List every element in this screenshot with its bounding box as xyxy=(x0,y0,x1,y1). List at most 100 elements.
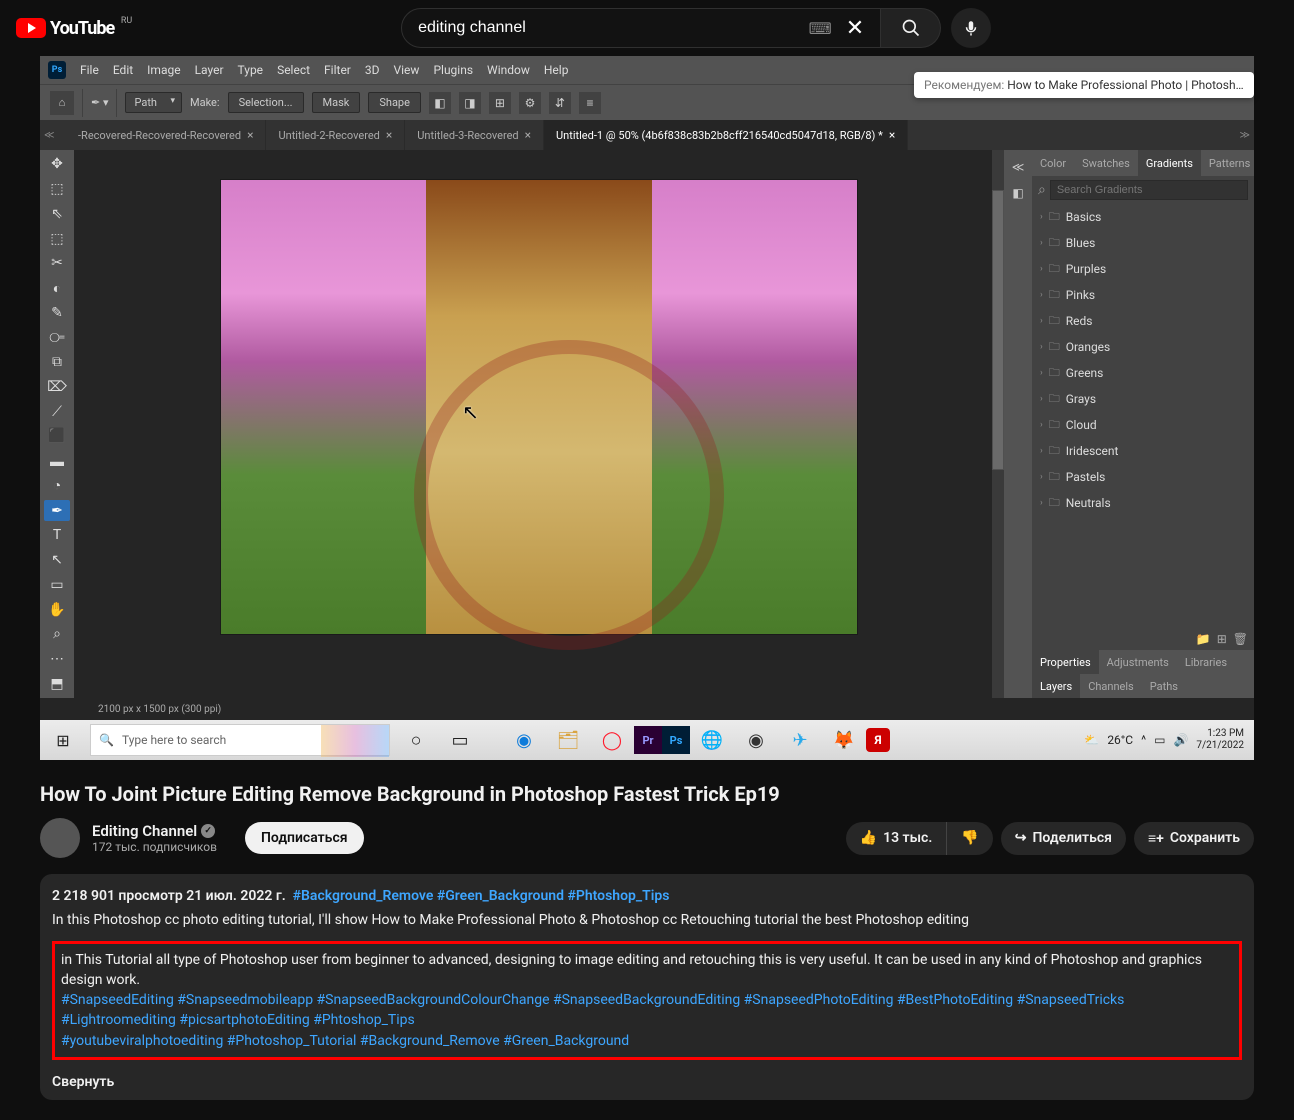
ps-tool-9[interactable]: ⌦ xyxy=(44,377,70,398)
ps-menu-help[interactable]: Help xyxy=(544,63,569,77)
ps-tool-18[interactable]: ✋ xyxy=(44,599,70,620)
ps-menu-image[interactable]: Image xyxy=(147,63,180,77)
ps-tool-6[interactable]: ✎ xyxy=(44,302,70,323)
ps-tool-8[interactable]: ⧉ xyxy=(44,352,70,373)
ps-dock-icon1[interactable]: ≪ xyxy=(1007,156,1029,178)
ps-opt-icon6[interactable]: ≡ xyxy=(579,92,601,114)
windows-start-button[interactable]: ⊞ xyxy=(40,720,86,760)
save-button[interactable]: ≡+ Сохранить xyxy=(1134,822,1254,855)
ps-menu-file[interactable]: File xyxy=(80,63,99,77)
ps-menu-plugins[interactable]: Plugins xyxy=(433,63,473,77)
gradient-folder[interactable]: ›🗀Cloud xyxy=(1032,412,1254,438)
windows-search[interactable]: 🔍 Type here to search xyxy=(90,724,390,756)
search-input[interactable] xyxy=(418,19,808,37)
ps-tab-2[interactable]: Untitled-3-Recovered× xyxy=(405,120,544,150)
ps-shape-button[interactable]: Shape xyxy=(368,92,421,113)
ps-tool-15[interactable]: T xyxy=(44,525,70,546)
gradient-folder[interactable]: ›🗀Neutrals xyxy=(1032,490,1254,516)
ps-tool-17[interactable]: ▭ xyxy=(44,574,70,595)
ps-menu-layer[interactable]: Layer xyxy=(195,63,224,77)
taskbar-telegram[interactable]: ✈ xyxy=(778,720,822,760)
folder-icon[interactable]: 📁 xyxy=(1196,632,1211,646)
tab-swatches[interactable]: Swatches xyxy=(1074,150,1138,176)
ps-scrollbar[interactable] xyxy=(992,150,1004,698)
ps-tool-5[interactable]: ◐ xyxy=(44,278,70,299)
gradient-folder[interactable]: ›🗀Purples xyxy=(1032,256,1254,282)
ps-tab-3[interactable]: Untitled-1 @ 50% (4b6f838c83b2b8cff21654… xyxy=(544,120,908,150)
description-box[interactable]: 2 218 901 просмотр 21 июл. 2022 г. #Back… xyxy=(40,874,1254,1100)
gradient-folder[interactable]: ›🗀Greens xyxy=(1032,360,1254,386)
ps-menu-select[interactable]: Select xyxy=(277,63,310,77)
ps-opt-icon3[interactable]: ⊞ xyxy=(489,92,511,114)
search-button[interactable] xyxy=(881,8,941,48)
ps-tabs-scroll-left[interactable]: ≪ xyxy=(44,130,54,141)
dislike-button[interactable]: 👎 xyxy=(947,822,992,855)
channel-name[interactable]: Editing Channel ✓ xyxy=(92,822,217,840)
ps-tool-3[interactable]: ⬚ xyxy=(44,228,70,249)
ps-tool-7[interactable]: ⧃ xyxy=(44,327,70,348)
ps-tool-0[interactable]: ✥ xyxy=(44,154,70,175)
ps-menu-type[interactable]: Type xyxy=(238,63,264,77)
new-icon[interactable]: ⊞ xyxy=(1217,632,1227,646)
tab-layers[interactable]: Layers xyxy=(1032,674,1080,698)
ps-tool-10[interactable]: ⟋ xyxy=(44,401,70,422)
task-view-icon[interactable]: ○ xyxy=(394,720,438,760)
channel-avatar[interactable] xyxy=(40,818,80,858)
gradient-folder[interactable]: ›🗀Oranges xyxy=(1032,334,1254,360)
taskbar-premiere[interactable]: Pr xyxy=(634,726,662,754)
ps-tool-1[interactable]: ⬚ xyxy=(44,179,70,200)
ps-menu-filter[interactable]: Filter xyxy=(324,63,351,77)
taskbar-photoshop[interactable]: Ps xyxy=(662,726,690,754)
ps-dock-icon2[interactable]: ◧ xyxy=(1007,182,1029,204)
ps-tool-11[interactable]: ⬛ xyxy=(44,426,70,447)
description-box-tags1[interactable]: #SnapseedEditing #Snapseedmobileapp #Sna… xyxy=(61,990,1233,1031)
ps-tool-14[interactable]: ✒ xyxy=(44,500,70,521)
taskbar-explorer[interactable]: 🗂 xyxy=(546,720,590,760)
collapse-button[interactable]: Свернуть xyxy=(52,1072,114,1092)
search-box[interactable]: ⌨ ✕ xyxy=(401,8,881,48)
tray-network-icon[interactable]: ▭ xyxy=(1154,733,1165,747)
ps-tab-1[interactable]: Untitled-2-Recovered× xyxy=(266,120,405,150)
close-icon[interactable]: × xyxy=(386,128,392,142)
ps-menu-edit[interactable]: Edit xyxy=(113,63,133,77)
close-icon[interactable]: × xyxy=(889,128,895,142)
ps-tool-19[interactable]: ⌕ xyxy=(44,624,70,645)
ps-menu-window[interactable]: Window xyxy=(487,63,530,77)
subscribe-button[interactable]: Подписаться xyxy=(245,822,364,854)
weather-icon[interactable]: ⛅ xyxy=(1084,733,1099,747)
ps-mask-button[interactable]: Mask xyxy=(312,92,361,113)
ps-opt-icon2[interactable]: ◨ xyxy=(459,92,481,114)
tab-color[interactable]: Color xyxy=(1032,150,1074,176)
like-button[interactable]: 👍 13 тыс. xyxy=(846,822,948,855)
voice-search-button[interactable] xyxy=(951,8,991,48)
clear-search-icon[interactable]: ✕ xyxy=(846,16,864,41)
ps-opt-icon5[interactable]: ⇵ xyxy=(549,92,571,114)
ps-tool-2[interactable]: ⇖ xyxy=(44,203,70,224)
trash-icon[interactable]: 🗑 xyxy=(1233,632,1248,646)
gradient-folder[interactable]: ›🗀Iridescent xyxy=(1032,438,1254,464)
tab-channels[interactable]: Channels xyxy=(1080,674,1142,698)
weather-temp[interactable]: 26°C xyxy=(1107,733,1133,747)
ps-tool-21[interactable]: ⬒ xyxy=(44,673,70,694)
ps-tool-12[interactable]: ▬ xyxy=(44,451,70,472)
youtube-logo[interactable]: YouTube RU xyxy=(16,18,114,39)
ps-home-icon[interactable]: ⌂ xyxy=(50,91,74,115)
close-icon[interactable]: × xyxy=(525,128,531,142)
ps-tool-20[interactable]: ⋯ xyxy=(44,649,70,670)
recommendation-card[interactable]: Рекомендуем: How to Make Professional Ph… xyxy=(914,72,1254,98)
gradient-folder[interactable]: ›🗀Blues xyxy=(1032,230,1254,256)
gradient-folder[interactable]: ›🗀Reds xyxy=(1032,308,1254,334)
gradient-folder[interactable]: ›🗀Pinks xyxy=(1032,282,1254,308)
taskbar-firefox[interactable]: 🦊 xyxy=(822,720,866,760)
taskbar-opera[interactable]: ◯ xyxy=(590,720,634,760)
tab-properties[interactable]: Properties xyxy=(1032,650,1099,674)
close-icon[interactable]: × xyxy=(247,128,253,142)
tab-gradients[interactable]: Gradients xyxy=(1138,150,1201,176)
taskbar-chrome[interactable]: 🌐 xyxy=(690,720,734,760)
tab-paths[interactable]: Paths xyxy=(1142,674,1186,698)
share-button[interactable]: ↪ Поделиться xyxy=(1001,822,1126,855)
ps-selection-button[interactable]: Selection... xyxy=(228,92,304,113)
tab-adjustments[interactable]: Adjustments xyxy=(1099,650,1177,674)
cortana-icon[interactable]: ▭ xyxy=(438,720,482,760)
tab-libraries[interactable]: Libraries xyxy=(1177,650,1235,674)
